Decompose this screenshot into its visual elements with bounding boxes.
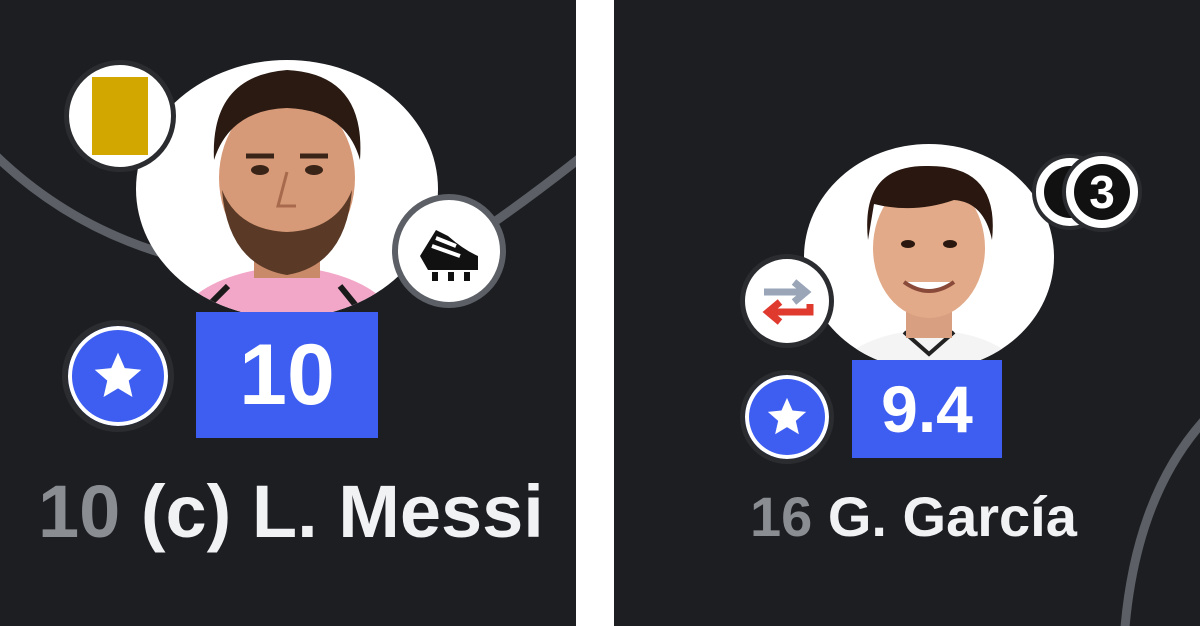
player-name-row[interactable]: 10 (c) L. Messi <box>38 470 544 554</box>
rating-value: 10 <box>239 326 335 423</box>
player-portrait <box>834 165 1024 370</box>
player-photo[interactable] <box>804 144 1054 370</box>
player-card-messi[interactable]: 10 10 (c) L. Messi <box>0 0 576 626</box>
player-name: (c) L. Messi <box>140 470 544 553</box>
assists-count: 3 <box>1089 166 1115 218</box>
player-of-match-badge[interactable] <box>740 370 834 464</box>
boot-icon <box>420 230 478 281</box>
player-of-match-badge[interactable] <box>62 320 174 432</box>
star-icon <box>94 352 142 397</box>
player-portrait <box>176 70 398 318</box>
rating-value: 9.4 <box>881 372 973 446</box>
assists-badge[interactable]: 3 <box>1022 150 1150 234</box>
player-card-garcia[interactable]: 3 9.4 16 G. García <box>614 0 1200 626</box>
player-rating: 10 <box>196 312 378 438</box>
shirt-number: 10 <box>38 470 121 553</box>
yellow-card-badge[interactable] <box>64 60 176 172</box>
star-icon <box>767 397 807 435</box>
shirt-number: 16 <box>750 485 813 548</box>
player-photo[interactable] <box>136 60 438 318</box>
player-rating: 9.4 <box>852 360 1002 458</box>
player-name-row[interactable]: 16 G. García <box>750 484 1077 550</box>
substitution-icon <box>762 279 814 325</box>
substitution-badge[interactable] <box>740 254 834 348</box>
goal-boot-badge[interactable] <box>392 194 506 308</box>
yellow-card-icon <box>92 77 148 155</box>
player-name: G. García <box>827 485 1077 548</box>
